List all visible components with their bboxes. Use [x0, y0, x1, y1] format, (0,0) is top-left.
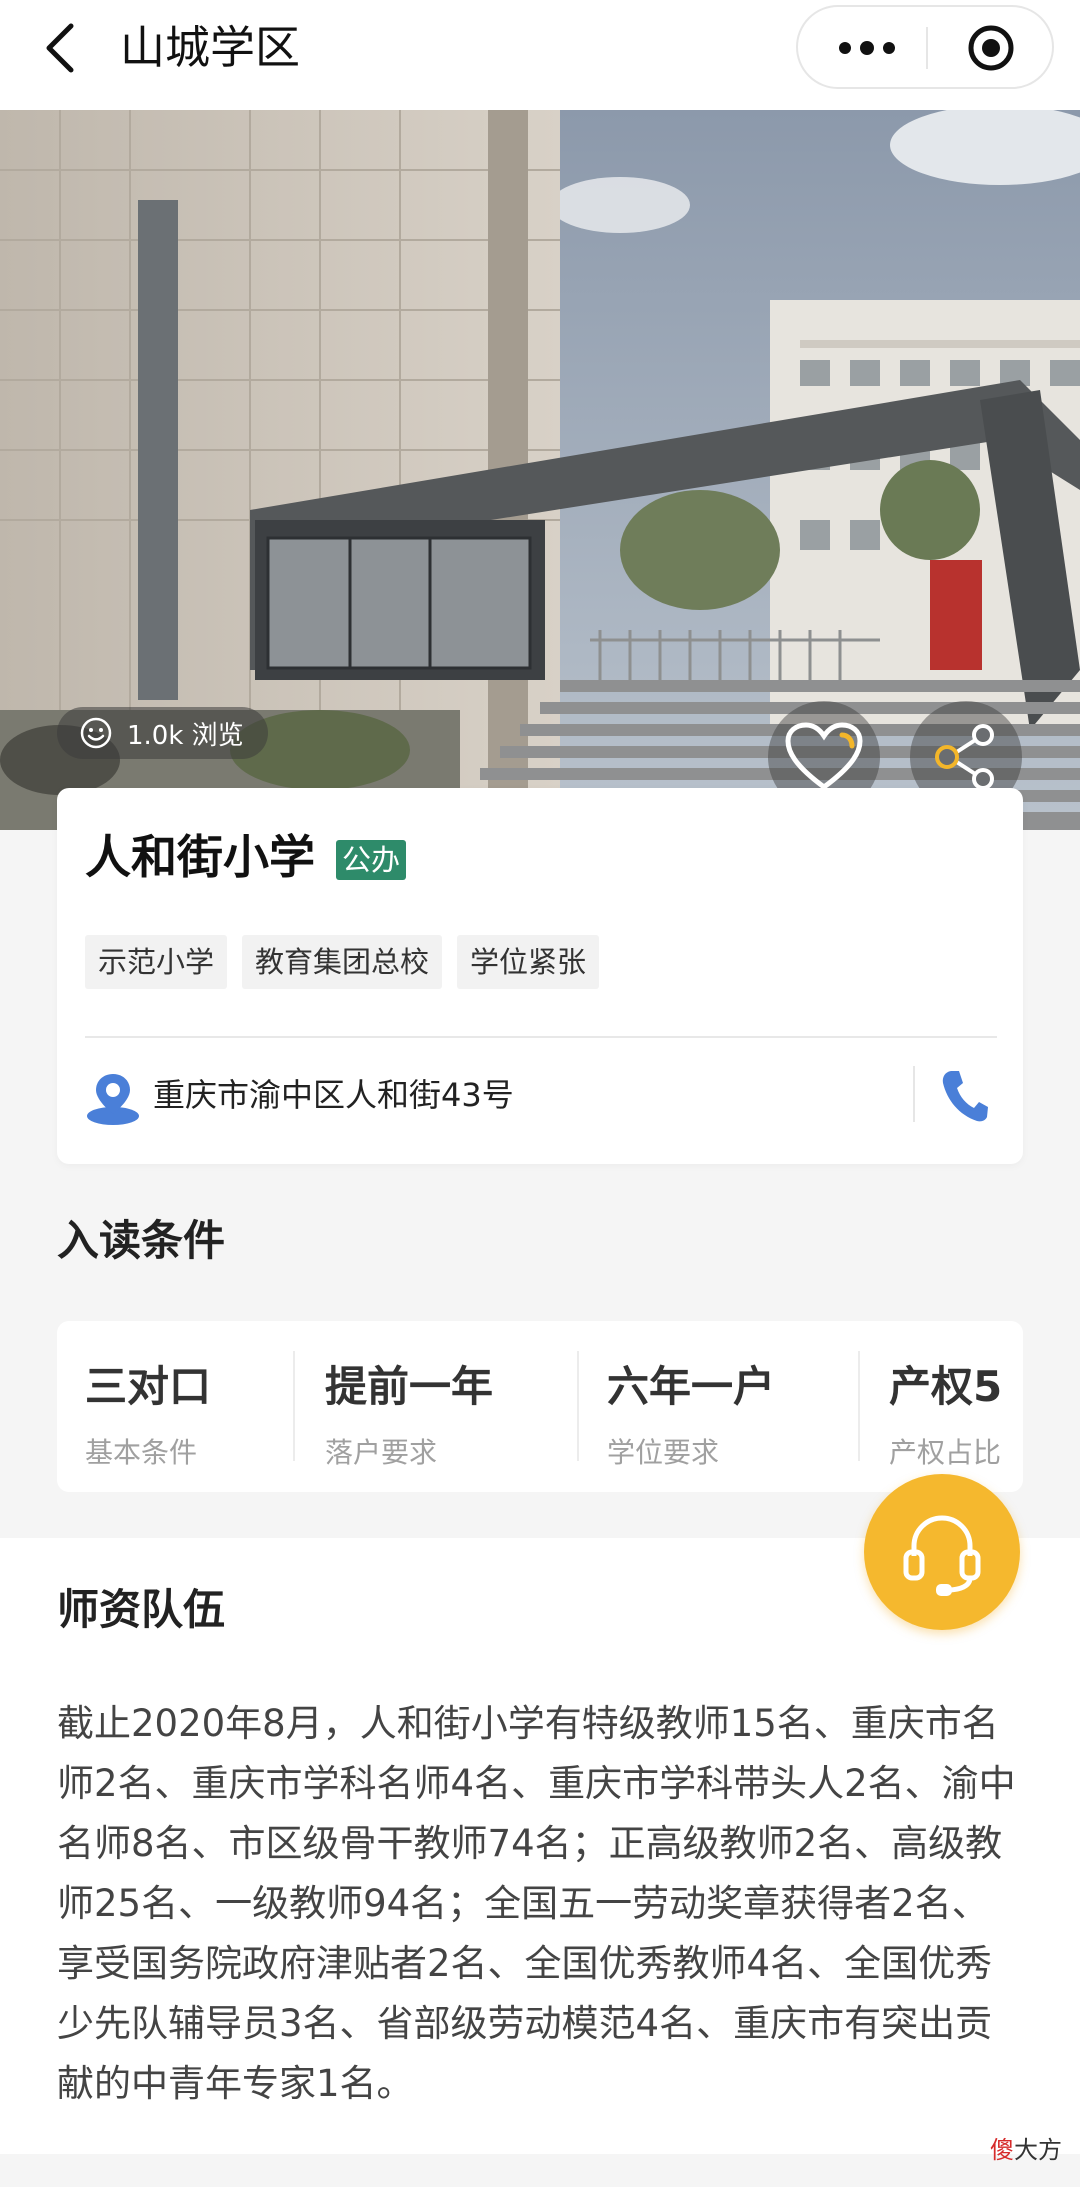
tag-item: 学位紧张: [457, 935, 600, 989]
location-pin-icon: [87, 1074, 139, 1125]
school-name: 人和街小学: [85, 830, 315, 884]
more-dots-icon: [839, 41, 895, 55]
watermark-red: 傻: [990, 2136, 1014, 2164]
capsule-divider: [926, 27, 928, 69]
top-navbar: 山城学区: [0, 0, 1080, 110]
back-button[interactable]: [30, 18, 90, 78]
condition-label: 落户要求: [325, 1436, 438, 1469]
teachers-title: 师资队伍: [57, 1585, 226, 1634]
divider: [85, 1036, 997, 1038]
condition-value: 六年一户: [607, 1362, 776, 1411]
call-button[interactable]: [935, 1066, 995, 1126]
more-button[interactable]: [818, 21, 916, 75]
close-miniprogram-button[interactable]: [946, 17, 1036, 79]
tag-item: 教育集团总校: [242, 935, 443, 989]
address-row[interactable]: 重庆市渝中区人和街43号: [85, 1066, 997, 1126]
record-target-icon: [968, 25, 1014, 71]
divider: [293, 1351, 295, 1461]
condition-item: 六年一户 学位要求: [607, 1321, 867, 1492]
teachers-section: 师资队伍 截止2020年8月，人和街小学有特级教师15名、重庆市名师2名、重庆市…: [0, 1538, 1080, 2154]
enrollment-conditions-card[interactable]: 三对口 基本条件 提前一年 落户要求 六年一户 学位要求 产权5 产权占比: [57, 1321, 1023, 1492]
headset-icon: [903, 1515, 981, 1596]
view-count-badge: 1.0k 浏览: [57, 707, 268, 759]
watermark-rest: 大方: [1014, 2136, 1062, 2164]
condition-value: 三对口: [85, 1362, 212, 1411]
condition-value: 提前一年: [325, 1362, 494, 1411]
teachers-description: 截止2020年8月，人和街小学有特级教师15名、重庆市名师2名、重庆市学科名师4…: [57, 1702, 1016, 2105]
condition-label: 产权占比: [889, 1436, 1002, 1469]
page-title: 山城学区: [120, 21, 301, 74]
smiley-icon: [80, 717, 112, 749]
hero-image: 1.0k 浏览: [0, 110, 1080, 830]
condition-label: 基本条件: [85, 1436, 198, 1469]
heart-icon: [785, 722, 863, 791]
tag-item: 示范小学: [85, 935, 228, 989]
watermark: 傻大方: [990, 2130, 1062, 2165]
miniprogram-capsule: [796, 5, 1054, 89]
divider: [577, 1351, 579, 1461]
condition-item: 产权5 产权占比: [889, 1321, 1023, 1492]
divider: [913, 1066, 915, 1122]
school-tags: 示范小学 教育集团总校 学位紧张: [85, 935, 600, 989]
school-info-card: 人和街小学 公办 示范小学 教育集团总校 学位紧张 重庆市渝中区人和街43号: [57, 788, 1023, 1164]
condition-label: 学位要求: [607, 1436, 720, 1469]
enrollment-title: 入读条件: [57, 1216, 226, 1265]
share-icon: [935, 724, 994, 790]
condition-item: 三对口 基本条件: [85, 1321, 315, 1492]
customer-support-button[interactable]: [864, 1474, 1020, 1630]
view-count-text: 1.0k 浏览: [127, 720, 244, 751]
address-text: 重庆市渝中区人和街43号: [153, 1076, 514, 1114]
divider: [858, 1351, 860, 1461]
condition-item: 提前一年 落户要求: [325, 1321, 585, 1492]
phone-icon: [942, 1071, 988, 1122]
chevron-left-icon: [46, 23, 74, 73]
school-type-badge: 公办: [336, 840, 407, 880]
condition-value: 产权5: [889, 1362, 1003, 1411]
